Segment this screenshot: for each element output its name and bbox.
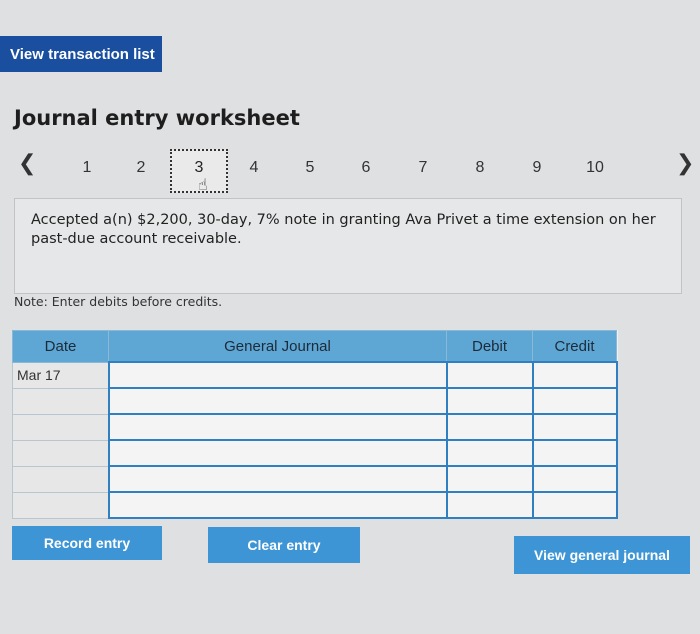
- debit-input[interactable]: [445, 439, 534, 467]
- entry-note: Note: Enter debits before credits.: [14, 294, 223, 309]
- page-1[interactable]: 1: [72, 159, 102, 177]
- date-cell: [12, 413, 109, 441]
- credit-input[interactable]: [531, 491, 618, 519]
- debit-input[interactable]: [445, 361, 534, 389]
- page-8[interactable]: 8: [465, 159, 495, 177]
- date-cell: [12, 439, 109, 467]
- table-row: [12, 439, 618, 467]
- hand-pointer-icon: ☝: [198, 175, 208, 194]
- debit-header: Debit: [446, 330, 533, 363]
- debit-input[interactable]: [445, 387, 534, 415]
- date-cell: Mar 17: [12, 361, 109, 389]
- table-row: [12, 413, 618, 441]
- account-input[interactable]: [107, 361, 448, 389]
- table-row: [12, 387, 618, 415]
- account-input[interactable]: [107, 387, 448, 415]
- clear-entry-button[interactable]: Clear entry: [208, 527, 360, 563]
- page-4[interactable]: 4: [239, 159, 269, 177]
- chevron-right-icon[interactable]: ❯: [676, 151, 694, 176]
- page-9[interactable]: 9: [522, 159, 552, 177]
- date-header: Date: [12, 330, 109, 363]
- table-row: Mar 17: [12, 361, 618, 389]
- credit-input[interactable]: [531, 361, 618, 389]
- credit-input[interactable]: [531, 413, 618, 441]
- page-5[interactable]: 5: [295, 159, 325, 177]
- table-row: [12, 491, 618, 519]
- page-7[interactable]: 7: [408, 159, 438, 177]
- date-cell: [12, 387, 109, 415]
- page-6[interactable]: 6: [351, 159, 381, 177]
- table-row: [12, 465, 618, 493]
- debit-input[interactable]: [445, 465, 534, 493]
- credit-header: Credit: [532, 330, 617, 363]
- page-2[interactable]: 2: [126, 159, 156, 177]
- record-entry-button[interactable]: Record entry: [12, 526, 162, 560]
- debit-input[interactable]: [445, 413, 534, 441]
- credit-input[interactable]: [531, 439, 618, 467]
- page-10[interactable]: 10: [580, 159, 610, 177]
- worksheet-pager: ❮ 1 2 3 ☝ 4 5 6 7 8 9 10 ❯: [0, 145, 700, 195]
- page-3-active[interactable]: 3 ☝: [170, 149, 228, 194]
- account-input[interactable]: [107, 465, 448, 493]
- account-input[interactable]: [107, 439, 448, 467]
- journal-grid: Date General Journal Debit Credit Mar 17: [12, 330, 618, 519]
- credit-input[interactable]: [531, 387, 618, 415]
- account-input[interactable]: [107, 491, 448, 519]
- chevron-left-icon[interactable]: ❮: [18, 151, 36, 176]
- date-cell: [12, 465, 109, 493]
- page-title: Journal entry worksheet: [14, 106, 300, 130]
- view-general-journal-button[interactable]: View general journal: [514, 536, 690, 574]
- view-transaction-list-button[interactable]: View transaction list: [0, 36, 162, 72]
- debit-input[interactable]: [445, 491, 534, 519]
- credit-input[interactable]: [531, 465, 618, 493]
- date-cell: [12, 491, 109, 519]
- transaction-description: Accepted a(n) $2,200, 30-day, 7% note in…: [14, 198, 682, 294]
- general-journal-header: General Journal: [108, 330, 447, 363]
- account-input[interactable]: [107, 413, 448, 441]
